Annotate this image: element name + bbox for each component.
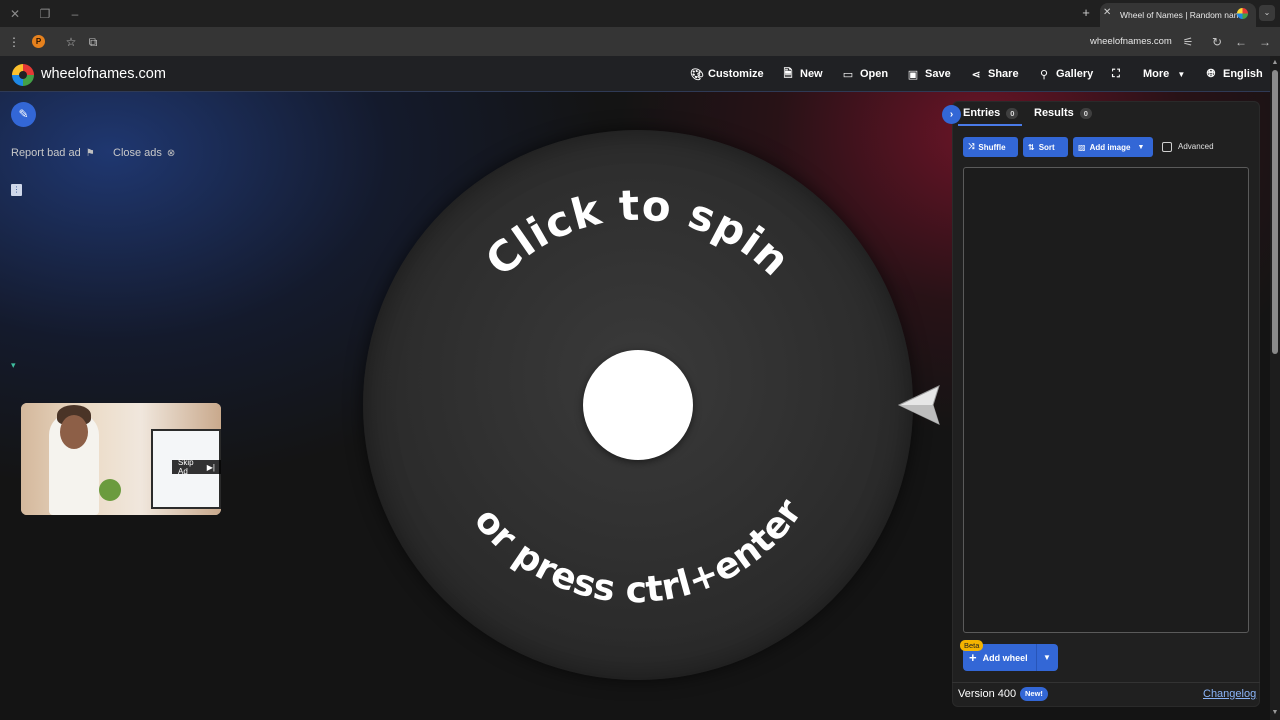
add-image-button[interactable]: ▨ Add image ▼ [1073, 137, 1153, 157]
fullscreen-button[interactable]: ⛶ [1110, 65, 1122, 83]
chevron-down-icon: ▼ [1177, 69, 1186, 79]
close-circle-icon: ⊗ [166, 147, 176, 159]
tab-entries[interactable]: Entries 0 [963, 107, 1019, 119]
image-icon: ▨ [1078, 142, 1086, 152]
minimize-window-icon[interactable]: – [66, 5, 84, 23]
browser-toolbar [0, 27, 1280, 56]
version-label: Version 400 [958, 688, 1017, 700]
scroll-up-arrow[interactable]: ▲ [1271, 59, 1279, 67]
sort-button[interactable]: ⇅ Sort [1023, 137, 1068, 157]
report-bad-ad-link[interactable]: Report bad ad ⚑ [11, 147, 95, 159]
wheel-bottom-text: or press ctrl+enter [466, 492, 810, 611]
plus-icon: + [969, 650, 977, 665]
browser-menu-icon[interactable]: ⋮ [6, 34, 22, 50]
close-window-icon[interactable]: ✕ [6, 5, 24, 23]
file-icon: 🗎 [783, 67, 793, 80]
chevron-down-icon: ▼ [1137, 143, 1145, 151]
site-logo[interactable] [12, 64, 34, 86]
customize-button[interactable]: 🎨︎ Customize [690, 65, 764, 83]
language-button[interactable]: 🌐︎ English [1205, 65, 1263, 83]
new-badge: New! [1020, 687, 1048, 701]
forward-icon[interactable]: → [1257, 34, 1273, 50]
shuffle-icon: ⤨ [968, 142, 975, 151]
chevron-right-icon: › [949, 109, 954, 120]
add-wheel-dropdown-icon[interactable]: ▼ [1037, 653, 1057, 662]
ad-plant [99, 479, 121, 501]
new-tab-button[interactable]: + [1078, 5, 1094, 21]
changelog-link[interactable]: Changelog [1203, 688, 1256, 700]
wheel-top-text: Click to spin [476, 180, 800, 285]
save-button[interactable]: ▣ Save [907, 65, 951, 83]
more-button[interactable]: More ▼ [1143, 65, 1187, 83]
share-button[interactable]: ⋖ Share [970, 65, 1018, 83]
wheel-pointer-icon [897, 385, 940, 425]
fullscreen-icon: ⛶ [1112, 67, 1120, 80]
beta-badge: Beta [960, 640, 984, 651]
entries-count-badge: 0 [1006, 107, 1019, 119]
gallery-button[interactable]: ⚲ Gallery [1038, 65, 1093, 83]
back-icon[interactable]: ← [1233, 34, 1249, 50]
close-ads-link[interactable]: Close ads ⊗ [113, 147, 175, 159]
site-name[interactable]: wheelofnames.com [41, 66, 166, 82]
ad-doctor-head [60, 415, 88, 449]
advanced-label: Advanced [1178, 142, 1214, 151]
palette-icon: 🎨︎ [690, 68, 704, 81]
sort-icon: ⇅ [1028, 142, 1035, 152]
site-settings-icon[interactable]: ⚟ [1180, 34, 1196, 50]
tab-title: Wheel of Names | Random name [1120, 10, 1246, 20]
panel-collapse-button[interactable]: › [942, 105, 961, 124]
skip-icon: ▶| [206, 462, 215, 472]
scroll-down-arrow[interactable]: ▼ [1271, 709, 1279, 717]
folder-open-icon: ▭ [842, 68, 854, 81]
advanced-checkbox[interactable] [1162, 142, 1172, 152]
active-tab-indicator [958, 124, 1022, 126]
tab-favicon [1237, 8, 1248, 19]
panel-divider [952, 682, 1260, 683]
entries-textarea[interactable] [963, 167, 1249, 633]
share-icon: ⋖ [971, 68, 981, 81]
wheel-hub[interactable] [583, 350, 693, 460]
tab-results[interactable]: Results 0 [1034, 107, 1092, 119]
skip-ad-button[interactable]: Skip Ad ▶| [172, 458, 221, 476]
edit-pencil-button[interactable]: ✎ [11, 102, 36, 127]
floppy-icon: ▣ [907, 68, 919, 81]
globe-icon: 🌐︎ [1206, 67, 1216, 80]
results-count-badge: 0 [1079, 107, 1092, 119]
tab-close-icon[interactable]: ✕ [1103, 7, 1115, 21]
video-ad[interactable]: Skip Ad ▶| [21, 403, 221, 515]
address-bar[interactable]: wheelofnames.com [1090, 36, 1172, 47]
extension-icon[interactable]: P [32, 35, 45, 48]
tab-search-button[interactable]: ⌄ [1259, 5, 1275, 21]
ad-options-icon[interactable]: ⋮ [11, 184, 22, 196]
ad-choices-icon[interactable]: ▾ [11, 360, 16, 371]
scrollbar-thumb[interactable] [1272, 70, 1278, 354]
reload-icon[interactable]: ↻ [1209, 34, 1225, 50]
new-button[interactable]: 🗎 New [782, 65, 823, 83]
bookmark-star-icon[interactable]: ☆ [63, 34, 79, 50]
cast-icon[interactable]: ⧉ [85, 34, 101, 50]
restore-window-icon[interactable]: ❐ [36, 5, 54, 23]
flag-icon: ⚑ [85, 147, 95, 159]
open-button[interactable]: ▭ Open [842, 65, 888, 83]
shuffle-button[interactable]: ⤨ Shuffle [963, 137, 1018, 157]
browser-tab[interactable]: Wheel of Names | Random name [1100, 3, 1256, 27]
search-icon: ⚲ [1039, 68, 1049, 81]
pencil-icon: ✎ [18, 107, 29, 121]
